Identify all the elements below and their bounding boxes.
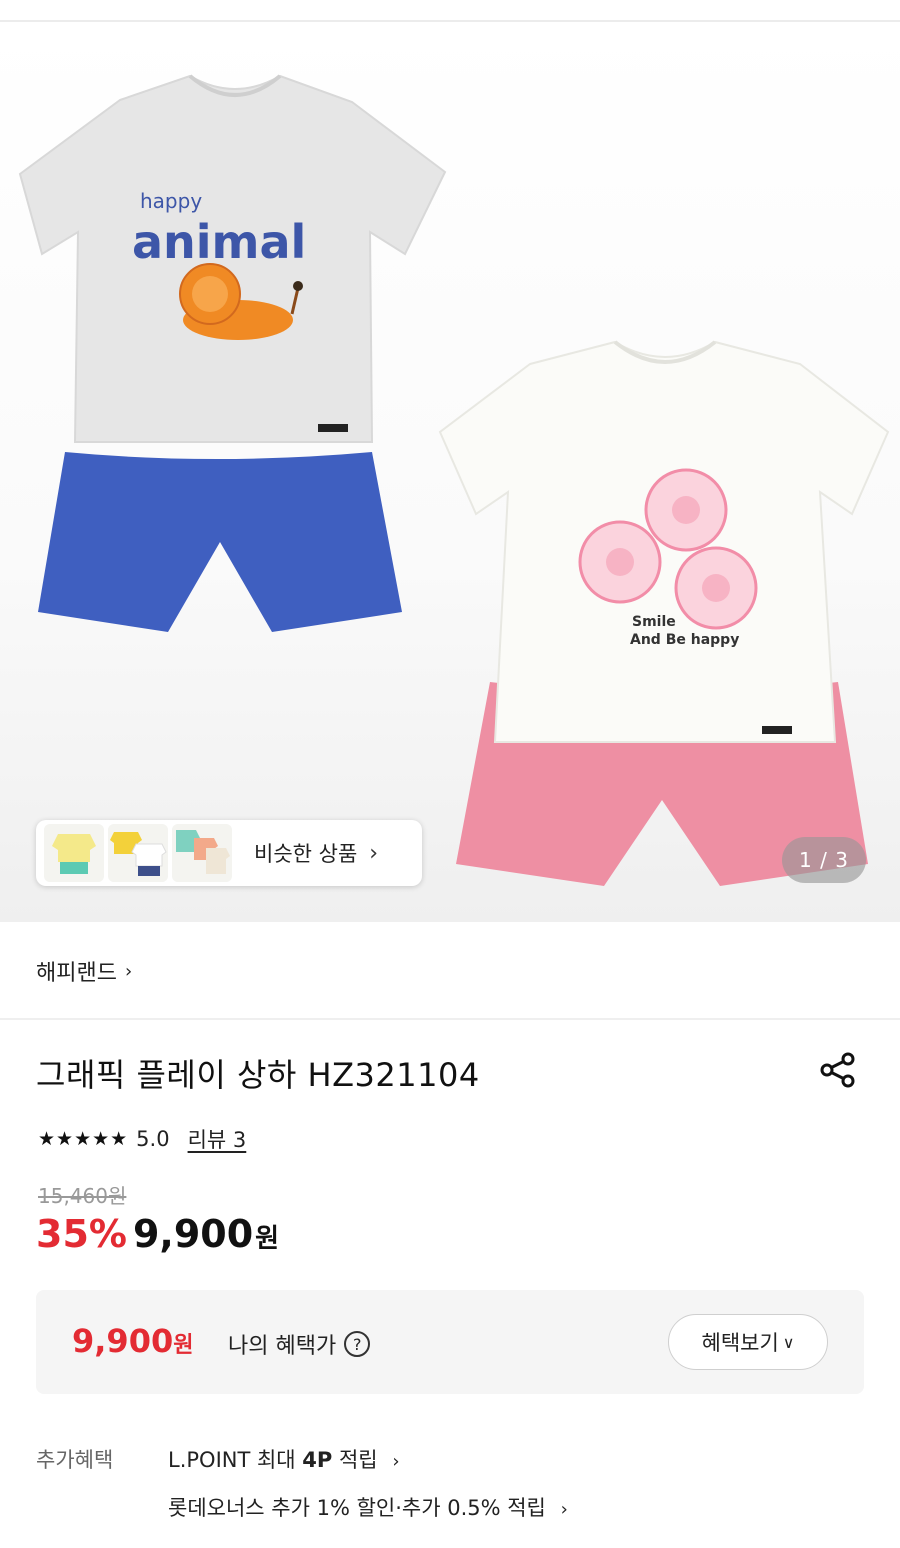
shirt1-small-text: happy	[140, 189, 202, 213]
shirt2-text-line1: Smile	[632, 614, 676, 630]
image-counter: 1 / 3	[782, 837, 866, 883]
similar-products-label: 비슷한 상품	[254, 842, 358, 866]
view-benefits-label: 혜택보기	[701, 1331, 779, 1355]
lotte-owners-benefit-link[interactable]: 롯데오너스 추가 1% 할인·추가 0.5% 적립 ›	[168, 1492, 568, 1522]
gray-shirt: happy animal	[18, 74, 447, 443]
similar-thumb-3	[172, 824, 232, 882]
shirt1-big-text: animal	[132, 215, 306, 269]
lpoint-benefit-link[interactable]: L.POINT 최대 4P 적립 ›	[168, 1444, 400, 1474]
chevron-right-icon: ›	[560, 1499, 568, 1520]
benefit-label-row: 나의 혜택가 ?	[228, 1328, 371, 1360]
share-icon[interactable]	[818, 1050, 858, 1090]
lpoint-suffix: 적립	[332, 1448, 378, 1472]
currency-unit: 원	[255, 1224, 280, 1254]
benefit-price: 9,900원	[72, 1322, 193, 1360]
benefit-price-box: 9,900원 나의 혜택가 ? 혜택보기 ∨	[36, 1290, 864, 1394]
price-row: 35% 9,900 원	[36, 1212, 279, 1256]
chevron-right-icon: ›	[124, 960, 133, 982]
product-image-gallery[interactable]: happy animal Smile And Be happy 비슷한 상품 ›…	[0, 22, 900, 922]
star-rating-icon: ★★★★★	[38, 1128, 129, 1150]
benefit-label: 나의 혜택가	[228, 1334, 337, 1359]
rating-score: 5.0	[136, 1127, 170, 1151]
chevron-right-icon: ›	[392, 1451, 400, 1472]
lotte-owners-text: 롯데오너스 추가 1% 할인·추가 0.5% 적립	[168, 1496, 546, 1520]
brand-name: 해피랜드	[36, 961, 117, 986]
similar-thumb-1	[44, 824, 104, 882]
sale-price: 9,900	[132, 1212, 254, 1256]
benefit-price-value: 9,900	[72, 1322, 174, 1360]
similar-thumb-2	[108, 824, 168, 882]
original-price: 15,460원	[38, 1184, 127, 1208]
chevron-right-icon: ›	[369, 840, 379, 866]
lpoint-points: 4P	[302, 1448, 333, 1472]
brand-link[interactable]: 해피랜드 ›	[36, 955, 132, 987]
white-shirt: Smile And Be happy	[438, 340, 890, 743]
discount-rate: 35%	[36, 1212, 127, 1256]
shirt2-text-line2: And Be happy	[630, 632, 739, 648]
similar-products-button[interactable]: 비슷한 상품 ›	[36, 820, 422, 886]
blue-shorts	[38, 452, 402, 632]
product-image: happy animal Smile And Be happy	[18, 74, 890, 886]
extra-benefit-label: 추가혜택	[36, 1448, 114, 1472]
section-divider	[0, 1018, 900, 1020]
lpoint-prefix: L.POINT 최대	[168, 1448, 303, 1472]
rating-row: ★★★★★ 5.0 리뷰 3	[38, 1124, 246, 1154]
review-link[interactable]: 리뷰 3	[188, 1124, 247, 1154]
view-benefits-button[interactable]: 혜택보기 ∨	[668, 1314, 828, 1370]
product-title: 그래픽 플레이 상하 HZ321104	[36, 1056, 480, 1094]
benefit-currency: 원	[173, 1333, 194, 1358]
help-icon[interactable]: ?	[344, 1331, 371, 1357]
chevron-down-icon: ∨	[782, 1332, 795, 1352]
